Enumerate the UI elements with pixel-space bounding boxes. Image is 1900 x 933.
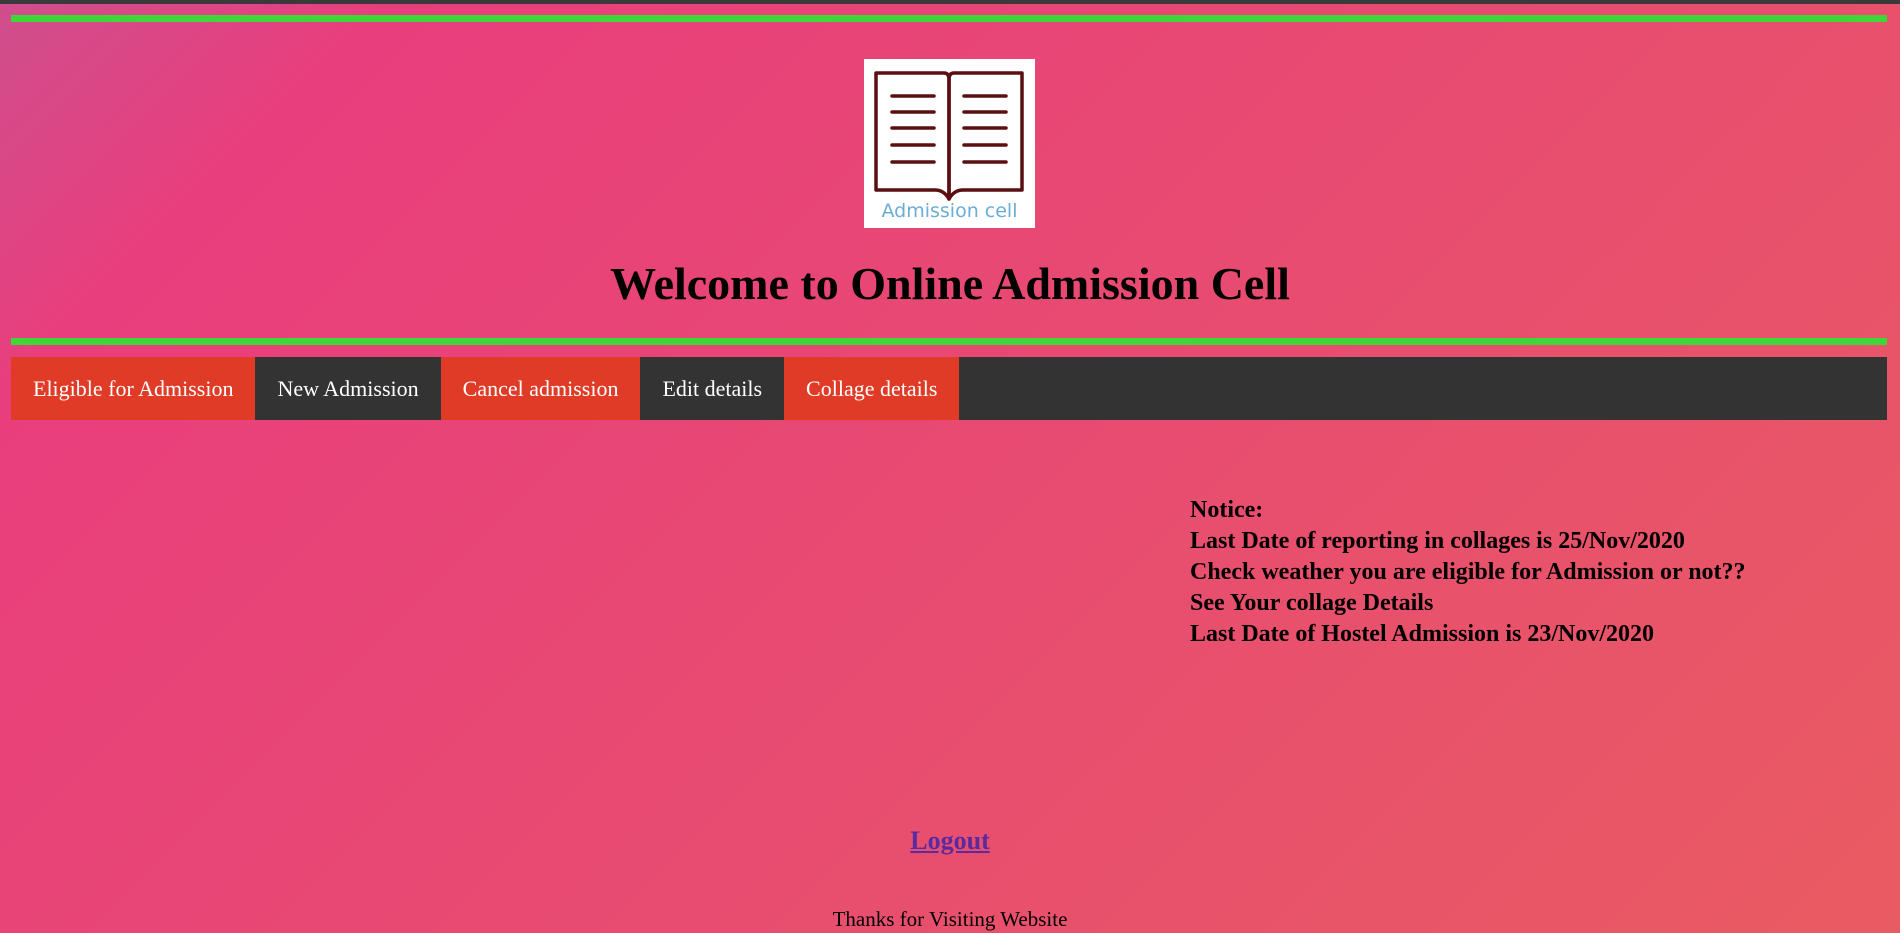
nav-divider [11,338,1887,345]
top-divider [11,15,1887,22]
nav-collage-details[interactable]: Collage details [784,357,960,420]
notice-line: Last Date of Hostel Admission is 23/Nov/… [1190,621,1655,647]
notice-line: Last Date of reporting in collages is 25… [1190,528,1685,554]
nav-eligible-for-admission[interactable]: Eligible for Admission [11,357,256,420]
nav-edit-details[interactable]: Edit details [640,357,785,420]
logo-caption: Admission cell [881,200,1018,222]
window-top-border [0,0,1900,4]
notice-panel: Notice: Last Date of reporting in collag… [1190,495,1746,650]
logout-container: Logout [0,826,1900,856]
nav-new-admission[interactable]: New Admission [255,357,441,420]
footer-text: Thanks for Visiting Website [832,907,1068,931]
main-navbar: Eligible for Admission New Admission Can… [11,357,1887,420]
notice-line: See Your collage Details [1190,590,1434,616]
nav-cancel-admission[interactable]: Cancel admission [440,357,641,420]
page-title: Welcome to Online Admission Cell [610,258,1290,309]
logout-link[interactable]: Logout [910,826,989,855]
site-logo: Admission cell [864,59,1035,228]
notice-heading: Notice: [1190,497,1264,523]
notice-line: Check weather you are eligible for Admis… [1190,559,1746,585]
